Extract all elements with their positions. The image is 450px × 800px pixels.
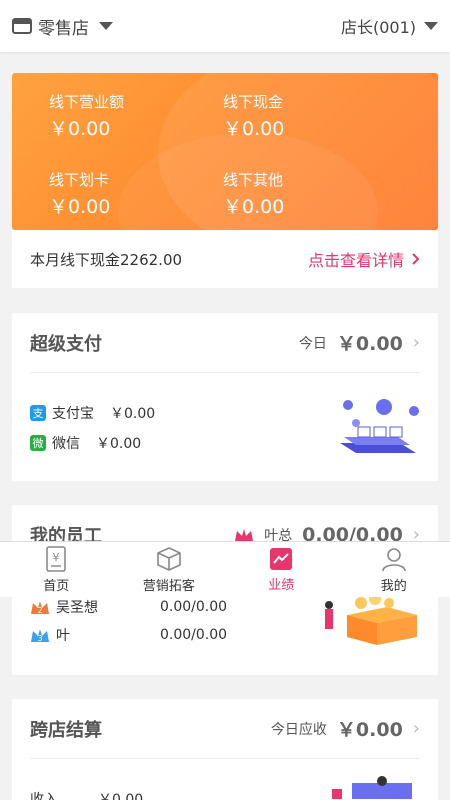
chevron-down-icon — [424, 22, 438, 30]
store-switcher[interactable]: 零售店 — [12, 14, 113, 39]
chevron-down-icon — [99, 22, 113, 30]
receivable-label: 今日应收 — [270, 721, 327, 738]
top-bar: 零售店 店长(001) — [0, 0, 450, 52]
staff-illustration — [325, 593, 417, 645]
offline-cash: 线下现金 ￥0.00 — [223, 93, 285, 140]
svg-text:3: 3 — [37, 634, 42, 643]
crown-icon: 2 — [31, 601, 49, 615]
offline-card: 线下划卡 ￥0.00 — [49, 171, 111, 218]
role-label: 店长(001) — [340, 18, 416, 37]
wechat-icon: 微 — [30, 435, 46, 451]
offline-other: 线下其他 ￥0.00 — [223, 171, 285, 218]
staff-row: 2 吴圣想 0.00/0.00 — [30, 597, 227, 617]
staff-row: 3 叶 0.00/0.00 — [30, 625, 227, 645]
nav-performance[interactable]: 业绩 — [225, 542, 338, 597]
chevron-right-icon: › — [412, 718, 420, 739]
offline-revenue: 线下营业额 ￥0.00 — [49, 93, 125, 140]
today-value: ￥0.00 — [336, 333, 403, 355]
monthly-cash-text: 本月线下现金2262.00 — [30, 250, 183, 269]
chart-icon — [270, 547, 293, 570]
settlement-illustration — [332, 776, 412, 799]
nav-home[interactable]: ¥ 首页 — [0, 542, 113, 597]
role-switcher[interactable]: 店长(001) — [341, 14, 438, 38]
alipay-row: 支 支付宝 ￥0.00 — [30, 403, 155, 423]
income-row: 收入 ￥0.00 — [30, 792, 144, 800]
payment-illustration — [340, 399, 419, 453]
view-details-link[interactable]: 点击查看详情 — [308, 247, 420, 271]
nav-mine[interactable]: 我的 — [338, 542, 450, 597]
bottom-nav: ¥ 首页 营销拓客 业绩 我的 — [0, 541, 450, 597]
box-icon — [156, 546, 181, 571]
crown-icon — [235, 528, 254, 541]
wechat-row: 微 微信 ￥0.00 — [30, 433, 141, 453]
user-icon — [381, 547, 406, 571]
today-label: 今日 — [298, 335, 327, 352]
alipay-icon: 支 — [30, 405, 46, 421]
home-icon: ¥ — [46, 545, 67, 572]
chevron-right-icon — [412, 253, 420, 265]
receivable-value: ￥0.00 — [336, 719, 403, 741]
super-pay-card[interactable]: 超级支付 今日 ￥0.00 › 支 支付宝 ￥0.00 微 微信 ￥0.00 — [12, 313, 438, 481]
offline-summary-card: 线下营业额 ￥0.00 线下现金 ￥0.00 线下划卡 ￥0.00 线下其他 ￥… — [12, 73, 438, 230]
crown-icon: 3 — [31, 629, 49, 643]
cross-store-title: 跨店结算 — [30, 719, 102, 741]
cross-store-card[interactable]: 跨店结算 今日应收 ￥0.00 › 收入 ￥0.00 — [12, 699, 438, 800]
nav-marketing[interactable]: 营销拓客 — [113, 542, 226, 597]
chevron-right-icon: › — [412, 332, 420, 353]
svg-text:2: 2 — [37, 606, 42, 615]
store-name: 零售店 — [38, 18, 89, 39]
store-icon — [12, 18, 32, 34]
svg-text:¥: ¥ — [53, 551, 60, 564]
super-pay-title: 超级支付 — [30, 333, 102, 355]
monthly-cash-bar: 本月线下现金2262.00 点击查看详情 — [12, 230, 438, 288]
